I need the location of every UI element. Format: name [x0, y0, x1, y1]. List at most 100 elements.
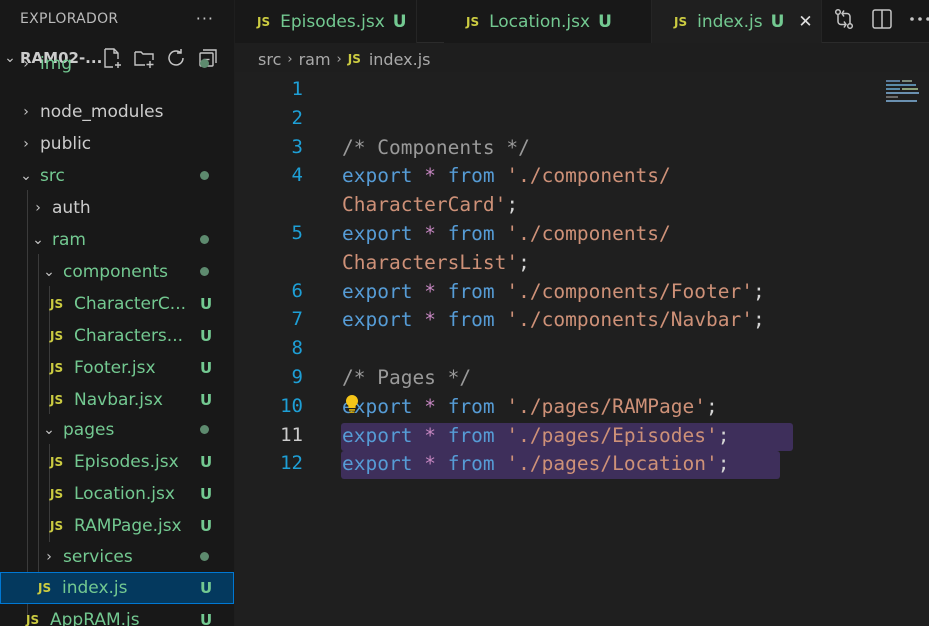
code-line: 10 export * from './pages/RAMPage'; — [235, 392, 929, 421]
untracked-badge: U — [200, 517, 213, 535]
untracked-badge: U — [200, 453, 213, 471]
chevron-down-icon: ⌄ — [43, 422, 55, 438]
breadcrumb-src[interactable]: src — [258, 50, 281, 69]
tree-file-rampage[interactable]: JS RAMPage.jsx U — [0, 510, 234, 542]
tree-folder-public[interactable]: › public — [0, 128, 234, 160]
code-line: 1 — [235, 75, 929, 104]
tab-episodes[interactable]: JS Episodes.jsx U — [235, 0, 417, 43]
tree-file-episodes[interactable]: JS Episodes.jsx U — [0, 446, 234, 478]
status-dot — [200, 552, 209, 561]
tree-file-navbar[interactable]: JS Navbar.jsx U — [0, 384, 234, 416]
string-literal: './components/ — [506, 164, 671, 187]
js-file-icon: JS — [347, 52, 361, 66]
line-number: 10 — [280, 395, 303, 417]
tree-folder-node-modules[interactable]: › node_modules — [0, 96, 234, 128]
line-number: 7 — [291, 308, 303, 330]
tree-label: Characters... — [74, 326, 183, 346]
keyword-from: from — [447, 452, 495, 475]
code-line: 11 export * from './pages/Episodes'; — [235, 421, 929, 450]
line-number: 8 — [291, 337, 303, 359]
breadcrumb-file[interactable]: index.js — [369, 50, 431, 69]
token-star: * — [424, 395, 436, 418]
tree-file-footer[interactable]: JS Footer.jsx U — [0, 352, 234, 384]
token-semicolon: ; — [752, 308, 765, 331]
chevron-down-icon: ⌄ — [43, 264, 55, 280]
js-file-icon: JS — [466, 14, 480, 29]
js-file-icon: JS — [50, 329, 64, 343]
tree-folder-components[interactable]: ⌄ components — [0, 256, 234, 288]
split-editor-icon[interactable] — [869, 6, 895, 32]
untracked-badge: U — [598, 11, 612, 32]
tree-label: node_modules — [40, 102, 164, 122]
lightbulb-icon[interactable] — [345, 394, 359, 414]
tree-file-characterslist[interactable]: JS Characters... U — [0, 320, 234, 352]
js-file-icon: JS — [50, 455, 64, 469]
line-number: 12 — [280, 452, 303, 474]
token-star: * — [424, 308, 436, 331]
line-number: 9 — [291, 366, 303, 388]
code-editor[interactable]: 1 2 3 /* Components */ 4 export * from '… — [235, 72, 929, 626]
token-semicolon: ; — [706, 395, 718, 418]
keyword-export: export — [342, 164, 413, 187]
keyword-from: from — [447, 222, 495, 245]
line-number: 1 — [291, 78, 303, 100]
tree-label: index.js — [62, 578, 128, 598]
breadcrumb-ram[interactable]: ram — [299, 50, 331, 69]
line-number: 2 — [291, 107, 303, 129]
line-number: 11 — [280, 424, 303, 446]
status-dot — [200, 171, 209, 180]
code-line: 2 — [235, 104, 929, 133]
code-line: 6 export * from './components/Footer'; — [235, 277, 929, 306]
token-semicolon: ; — [717, 452, 730, 475]
chevron-right-icon: › — [35, 200, 41, 216]
token-star: * — [424, 280, 436, 303]
tree-file-charactercard[interactable]: JS CharacterC... U — [0, 288, 234, 320]
tree-file-appram[interactable]: JS AppRAM.js U — [0, 604, 234, 626]
tree-file-index-js[interactable]: JS index.js U — [0, 572, 234, 604]
source-control-compare-icon[interactable] — [831, 6, 857, 32]
tree-folder-auth[interactable]: › auth — [0, 192, 234, 224]
untracked-badge: U — [200, 485, 213, 503]
untracked-badge: U — [200, 295, 213, 313]
line-number: 6 — [291, 280, 303, 302]
tree-label: Location.jsx — [74, 484, 175, 504]
string-literal: CharacterCard' — [342, 193, 507, 216]
tab-label: Episodes.jsx — [280, 11, 385, 32]
status-dot — [200, 235, 209, 244]
explorer-more-icon[interactable]: ··· — [196, 9, 214, 28]
tree-folder-src[interactable]: ⌄ src — [0, 160, 234, 192]
status-dot — [200, 425, 209, 434]
chevron-down-icon: ⌄ — [32, 232, 44, 248]
status-dot — [200, 267, 209, 276]
js-file-icon: JS — [50, 519, 64, 533]
code-line: 9 /* Pages */ — [235, 363, 929, 392]
tree-folder-services[interactable]: › services — [0, 541, 234, 573]
string-literal: CharactersList' — [342, 251, 519, 274]
explorer-title: EXPLORADOR — [20, 10, 119, 27]
tree-label: ram — [52, 230, 86, 250]
more-actions-icon[interactable] — [907, 6, 929, 32]
tree-label: RAMPage.jsx — [74, 516, 182, 536]
code-line: 12 export * from './pages/Location'; — [235, 449, 929, 478]
tree-folder-pages[interactable]: ⌄ pages — [0, 414, 234, 446]
string-literal: './pages/RAMPage' — [506, 395, 707, 418]
token-star: * — [424, 222, 436, 245]
tree-label: CharacterC... — [74, 294, 187, 314]
tree-file-location[interactable]: JS Location.jsx U — [0, 478, 234, 510]
string-literal: './components/ — [506, 222, 671, 245]
keyword-export: export — [342, 280, 413, 303]
tab-index-js[interactable]: JS index.js U ✕ — [652, 0, 822, 43]
keyword-export: export — [342, 308, 413, 331]
tree-folder-ram[interactable]: ⌄ ram — [0, 224, 234, 256]
code-comment: /* Components */ — [342, 136, 530, 159]
close-icon[interactable]: ✕ — [798, 12, 812, 32]
keyword-from: from — [447, 308, 495, 331]
tree-label: img — [40, 54, 73, 74]
string-literal: './components/Navbar' — [506, 308, 753, 331]
tree-folder-img[interactable]: › img — [0, 48, 234, 80]
code-line: 3 /* Components */ — [235, 133, 929, 162]
code-comment: /* Pages */ — [342, 366, 472, 389]
token-semicolon: ; — [506, 193, 519, 216]
status-dot — [200, 59, 209, 68]
tab-location[interactable]: JS Location.jsx U — [444, 0, 652, 43]
